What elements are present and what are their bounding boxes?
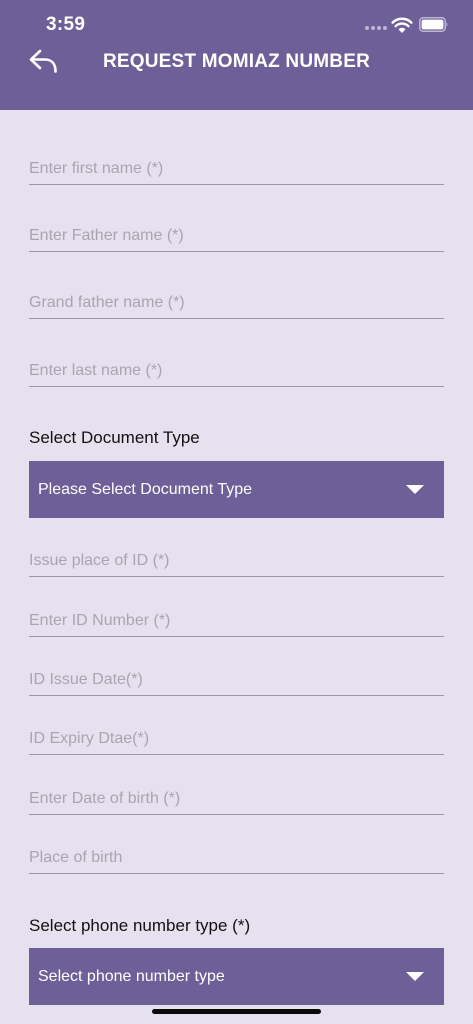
chevron-down-icon [406, 485, 424, 494]
phone-type-label: Select phone number type (*) [29, 916, 251, 935]
father-name-input[interactable] [29, 221, 444, 252]
phone-type-select[interactable]: Select phone number type [29, 948, 444, 1005]
signal-icon [365, 26, 387, 30]
status-time: 3:59 [46, 14, 86, 35]
document-type-select[interactable]: Please Select Document Type [29, 461, 444, 518]
first-name-input[interactable] [29, 154, 444, 185]
app-header: 3:59 REQUEST MOMIAZ NUMBER [0, 0, 473, 110]
id-number-input[interactable] [29, 606, 444, 637]
id-issue-date-input[interactable] [29, 665, 444, 696]
last-name-input[interactable] [29, 356, 444, 387]
page-title: REQUEST MOMIAZ NUMBER [102, 51, 371, 72]
document-type-label: Select Document Type [29, 428, 200, 447]
date-of-birth-input[interactable] [29, 784, 444, 815]
place-of-birth-input[interactable] [29, 843, 444, 874]
battery-icon [419, 17, 448, 32]
document-type-value: Please Select Document Type [38, 481, 253, 498]
grandfather-name-input[interactable] [29, 288, 444, 319]
wifi-icon [391, 17, 413, 33]
id-expiry-date-input[interactable] [29, 724, 444, 755]
home-indicator[interactable] [152, 1009, 321, 1014]
chevron-down-icon [406, 972, 424, 981]
issue-place-input[interactable] [29, 546, 444, 577]
phone-type-value: Select phone number type [38, 968, 225, 985]
